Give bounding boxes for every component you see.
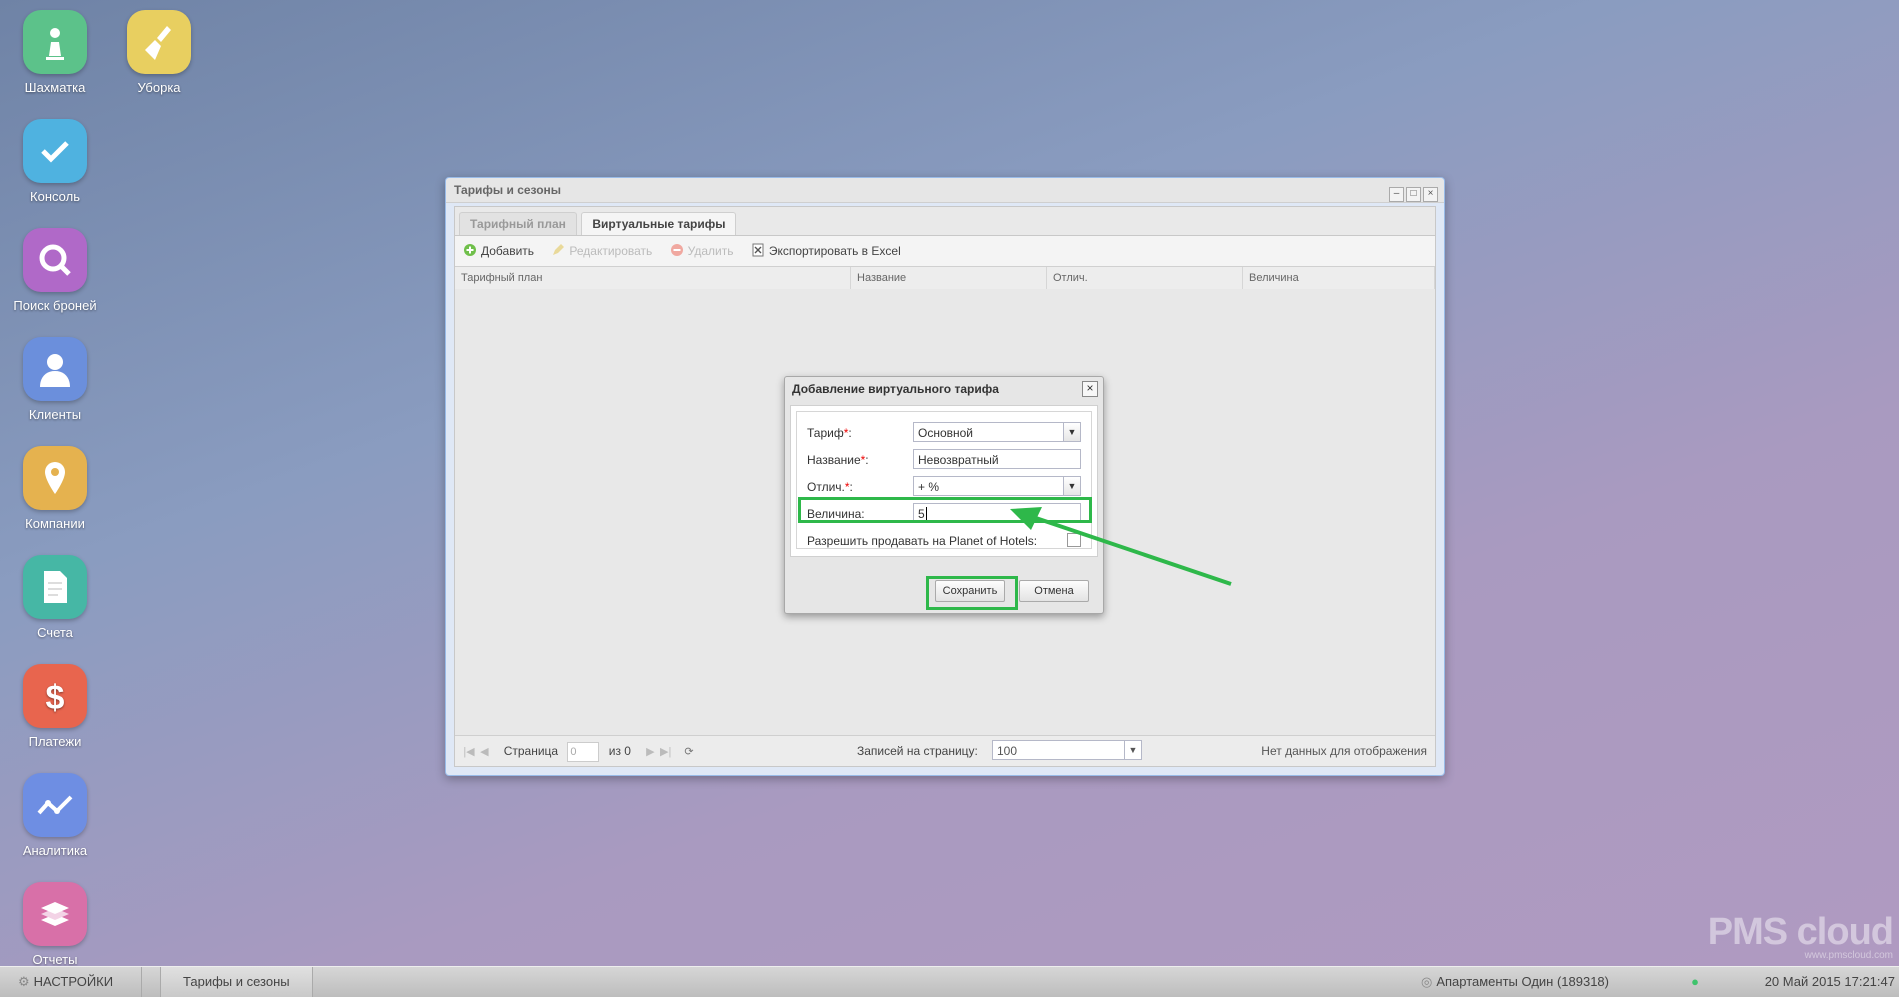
settings-button[interactable]: ⚙ НАСТРОЙКИ — [0, 967, 142, 997]
annotation-arrow — [1010, 507, 1232, 586]
gear-icon: ⚙ — [18, 974, 30, 989]
pms-cloud-logo: PMS cloud www.pmscloud.com — [1707, 911, 1894, 961]
clock: 20 Май 2015 17:21:47 — [1764, 974, 1895, 989]
hotel-indicator: ◎ Апартаменты Один (189318) — [1421, 967, 1609, 997]
hotel-icon: ◎ — [1420, 974, 1433, 989]
hotel-name: Апартаменты Один (189318) — [1436, 974, 1609, 989]
settings-label: НАСТРОЙКИ — [33, 974, 114, 989]
status-online-icon: ● — [1691, 974, 1699, 989]
task-tariffs[interactable]: Тарифы и сезоны — [160, 967, 313, 997]
taskbar: ⚙ НАСТРОЙКИ Тарифы и сезоны ◎ Апартаменты … — [0, 966, 1899, 997]
